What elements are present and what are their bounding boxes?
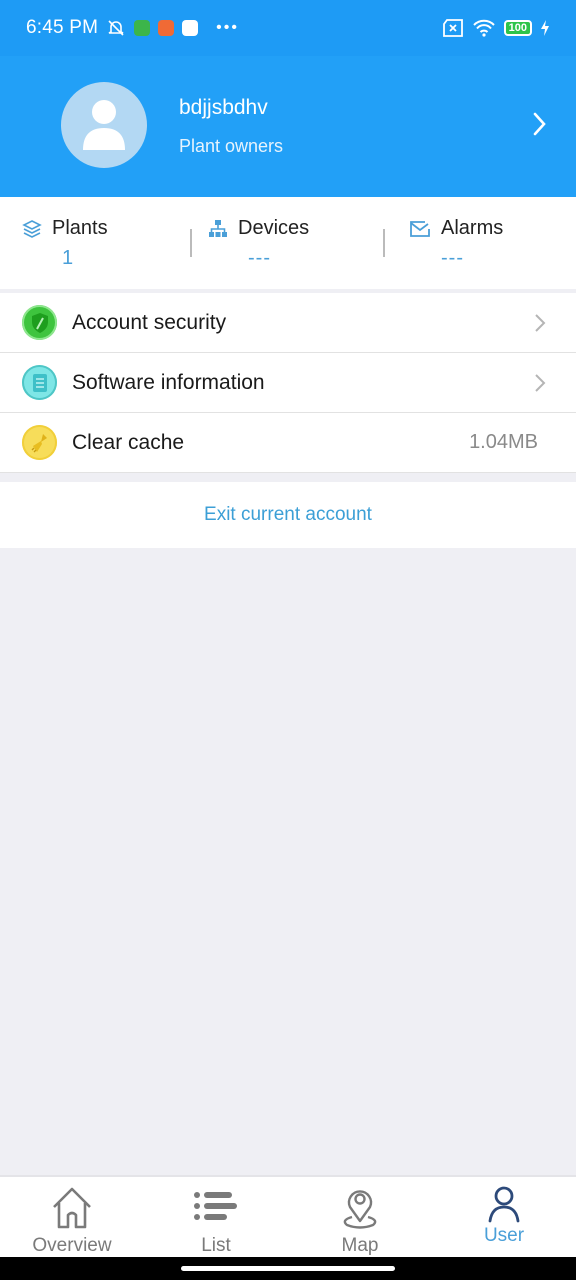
- more-notifications-icon: •••: [216, 19, 239, 36]
- avatar[interactable]: [61, 82, 147, 168]
- chevron-right-icon[interactable]: [532, 111, 548, 137]
- stat-label: Alarms: [441, 217, 504, 239]
- cache-size: 1.04MB: [469, 431, 538, 453]
- menu-item-account-security[interactable]: Account security: [0, 293, 576, 353]
- stat-devices[interactable]: Devices ---: [208, 217, 310, 269]
- map-pin-icon: [343, 1190, 377, 1229]
- status-time: 6:45 PM: [26, 17, 99, 38]
- layers-icon: [22, 219, 42, 238]
- divider: [190, 229, 192, 257]
- menu-label: Account security: [72, 310, 227, 334]
- stat-label: Devices: [238, 217, 310, 239]
- status-bar: 6:45 PM ••• 100: [0, 0, 576, 56]
- stat-alarms[interactable]: Alarms ---: [409, 217, 504, 269]
- tab-label: Overview: [32, 1235, 112, 1256]
- charging-icon: [541, 20, 549, 36]
- play-store-icon: [182, 20, 199, 36]
- tab-label: User: [483, 1225, 525, 1246]
- stat-value: 1: [62, 247, 75, 269]
- stat-plants[interactable]: Plants 1: [22, 217, 108, 269]
- tab-list[interactable]: List: [144, 1177, 288, 1257]
- home-icon: [53, 1187, 91, 1229]
- video-app-icon: [158, 20, 175, 36]
- mail-icon: [410, 220, 430, 237]
- shield-icon: [22, 305, 57, 340]
- chevron-right-icon: [535, 373, 546, 392]
- stats-bar: Plants 1 Devices --- Alarms ---: [0, 197, 576, 289]
- stat-label: Plants: [52, 217, 108, 239]
- tab-label: List: [201, 1235, 231, 1256]
- sim-off-icon: [442, 19, 463, 37]
- settings-menu: Account security Software information Cl…: [0, 293, 576, 473]
- chevron-right-icon: [535, 313, 546, 332]
- system-nav-bar: [0, 1257, 576, 1280]
- divider: [383, 229, 385, 257]
- tab-label: Map: [341, 1235, 379, 1256]
- user-role: Plant owners: [179, 136, 284, 156]
- menu-item-clear-cache[interactable]: Clear cache 1.04MB: [0, 413, 576, 473]
- broom-icon: [22, 425, 57, 460]
- tab-user[interactable]: User: [432, 1177, 576, 1257]
- exit-account-button[interactable]: Exit current account: [0, 482, 576, 548]
- username: bdjjsbdhv: [179, 96, 268, 119]
- stat-value: ---: [248, 247, 271, 269]
- menu-label: Clear cache: [72, 430, 185, 454]
- tab-map[interactable]: Map: [288, 1177, 432, 1257]
- menu-item-software-information[interactable]: Software information: [0, 353, 576, 413]
- document-icon: [22, 365, 57, 400]
- wifi-icon: [472, 19, 495, 37]
- tab-overview[interactable]: Overview: [0, 1177, 144, 1257]
- mute-icon: [108, 20, 124, 36]
- list-icon: [194, 1192, 237, 1220]
- app-notification-icon: [134, 20, 151, 36]
- stat-value: ---: [441, 247, 464, 269]
- home-indicator[interactable]: [181, 1266, 395, 1271]
- user-icon: [488, 1186, 520, 1223]
- network-icon: [209, 219, 227, 237]
- user-placeholder-icon: [83, 100, 125, 150]
- battery-indicator: 100: [503, 20, 532, 36]
- menu-label: Software information: [72, 370, 265, 394]
- bottom-tab-bar: Overview List Map User: [0, 1175, 576, 1257]
- profile-header[interactable]: bdjjsbdhv Plant owners: [0, 56, 576, 197]
